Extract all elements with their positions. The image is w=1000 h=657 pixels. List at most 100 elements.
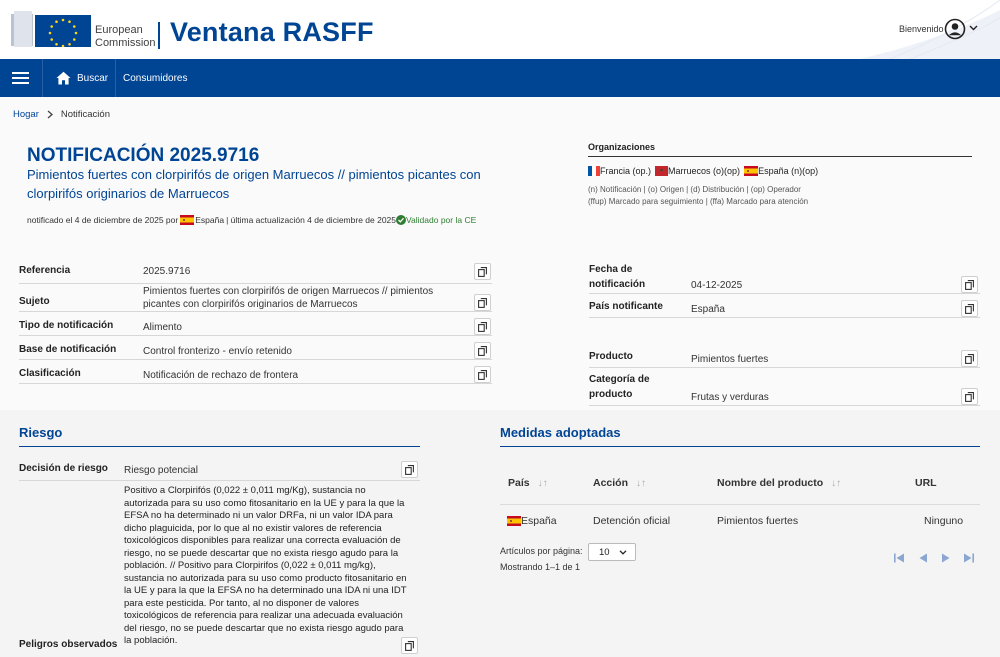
column-header-product-name[interactable]: Nombre del producto ↓↑ <box>717 477 841 489</box>
field-label: Tipo de notificación <box>19 320 114 331</box>
nav-search-link[interactable]: Buscar <box>56 59 108 97</box>
meta-notified: notificado el 4 de diciembre de 2025 por <box>27 215 179 225</box>
field-product-category: Categoría de producto Frutas y verduras <box>589 372 980 406</box>
field-notification-date: Fecha de notificación 04-12-2025 <box>589 262 980 294</box>
brand-divider <box>158 22 160 49</box>
field-label: Clasificación <box>19 368 81 379</box>
risk-divider <box>19 446 420 447</box>
copy-button[interactable] <box>401 461 418 478</box>
user-avatar-icon[interactable] <box>944 18 966 40</box>
brand-line-2: Commission <box>95 37 156 49</box>
next-page-icon[interactable] <box>940 552 952 564</box>
measures-divider <box>500 446 980 447</box>
copy-button[interactable] <box>474 294 491 311</box>
sort-icon[interactable]: ↓↑ <box>636 478 646 489</box>
column-header-label: Nombre del producto <box>717 477 824 489</box>
organizations-list: Francia (op.) Marruecos (o)(op) España (… <box>588 166 818 176</box>
copy-icon <box>965 353 974 364</box>
field-label-line-1: Fecha de <box>589 264 633 275</box>
field-label: Base de notificación <box>19 344 117 355</box>
breadcrumb: Hogar Notificación <box>13 109 110 120</box>
org-label: Marruecos (o)(op) <box>668 166 741 176</box>
copy-button[interactable] <box>474 263 491 280</box>
field-value: Control fronterizo - envío retenido <box>143 346 292 357</box>
org-label: Francia (op.) <box>600 166 652 176</box>
brand-line-1: European <box>95 24 143 36</box>
copy-button[interactable] <box>961 276 978 293</box>
notification-meta: notificado el 4 de diciembre de 2025 por… <box>27 215 476 225</box>
home-icon <box>56 71 71 85</box>
copy-button[interactable] <box>961 388 978 405</box>
copy-button[interactable] <box>474 342 491 359</box>
page-title: NOTIFICACIÓN 2025.9716 <box>27 145 260 166</box>
previous-page-icon[interactable] <box>917 552 929 564</box>
per-page-select[interactable]: 10 <box>588 543 636 561</box>
validated-label: Validado por la CE <box>406 215 477 225</box>
org-item-spain: España (n)(op) <box>744 166 818 176</box>
cell-product: Pimientos fuertes <box>717 515 799 527</box>
org-label: España (n)(op) <box>758 166 819 176</box>
field-label: Producto <box>589 351 633 362</box>
org-item-morocco: Marruecos (o)(op) <box>655 166 740 176</box>
breadcrumb-current: Notificación <box>60 109 110 120</box>
copy-button[interactable] <box>474 318 491 335</box>
nav-separator <box>42 59 43 97</box>
field-risk-decision: Decisión de riesgo Riesgo potencial <box>19 459 420 481</box>
main-nav: Buscar Consumidores <box>0 59 1000 97</box>
copy-icon <box>405 640 414 651</box>
copy-button[interactable] <box>961 300 978 317</box>
column-header-action[interactable]: Acción ↓↑ <box>593 477 646 489</box>
copy-icon <box>965 303 974 314</box>
welcome-text: Bienvenido <box>899 24 944 34</box>
copy-icon <box>478 321 487 332</box>
cell-country-label: España <box>521 515 557 527</box>
copy-icon <box>965 391 974 402</box>
app-title: Ventana RASFF <box>170 17 374 47</box>
column-header-country[interactable]: País ↓↑ <box>508 477 548 489</box>
notification-subtitle: Pimientos fuertes con clorpirifós de ori… <box>27 167 481 201</box>
field-classification: Clasificación Notificación de rechazo de… <box>19 360 492 384</box>
measures-title: Medidas adoptadas <box>500 425 621 440</box>
last-page-icon[interactable] <box>963 552 975 564</box>
chevron-down-icon[interactable] <box>969 25 978 31</box>
risk-title: Riesgo <box>19 425 63 440</box>
field-value: Alimento <box>143 322 182 333</box>
results-count: Mostrando 1–1 de 1 <box>500 562 581 572</box>
menu-icon[interactable] <box>12 72 29 84</box>
column-header-label: Acción <box>593 477 629 489</box>
nav-separator <box>115 59 116 97</box>
field-product: Producto Pimientos fuertes <box>589 344 980 368</box>
breadcrumb-home-link[interactable]: Hogar <box>13 109 39 120</box>
first-page-icon[interactable] <box>893 552 905 564</box>
field-notification-type: Tipo de notificación Alimento <box>19 312 492 336</box>
copy-icon <box>965 279 974 290</box>
field-notifying-country: País notificante España <box>589 294 980 318</box>
nav-consumers-link[interactable]: Consumidores <box>123 59 187 97</box>
field-label: Referencia <box>19 265 71 276</box>
field-label: Categoría de producto <box>589 372 650 402</box>
chevron-right-icon <box>47 110 53 119</box>
hazards-label: Peligros observados <box>19 639 118 650</box>
sort-icon[interactable]: ↓↑ <box>538 478 548 489</box>
field-label: Decisión de riesgo <box>19 463 108 474</box>
table-header-divider <box>500 504 980 505</box>
copy-button[interactable] <box>401 637 418 654</box>
nav-search-label: Buscar <box>77 72 109 84</box>
field-label: Fecha de notificación <box>589 262 645 292</box>
france-flag-icon <box>588 166 600 176</box>
ec-logo-icon[interactable] <box>11 11 91 47</box>
field-value: Pimientos fuertes con clorpirifós de ori… <box>143 286 434 310</box>
copy-button[interactable] <box>474 366 491 383</box>
validated-badge: Validado por la CE <box>396 215 476 225</box>
copy-button[interactable] <box>961 350 978 367</box>
column-header-url: URL <box>915 477 937 489</box>
legend-line-2: (ffup) Marcado para seguimiento | (ffa) … <box>588 197 809 206</box>
meta-updated: | última actualización 4 de diciembre de… <box>226 215 397 225</box>
check-circle-icon <box>396 215 407 225</box>
copy-icon <box>478 266 487 277</box>
copy-icon <box>478 297 487 308</box>
sort-icon[interactable]: ↓↑ <box>831 478 841 489</box>
organizations-divider <box>588 156 972 157</box>
cell-action: Detención oficial <box>593 515 671 527</box>
field-value: 2025.9716 <box>143 266 191 277</box>
